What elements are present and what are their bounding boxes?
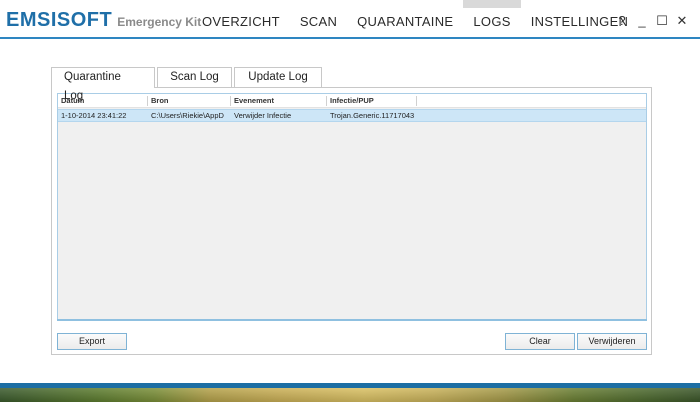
cell-datum: 1-10-2014 23:41:22	[61, 111, 127, 120]
log-tabs: Quarantine Log Scan Log Update Log	[51, 67, 324, 102]
close-icon[interactable]: ✕	[672, 12, 692, 30]
footer-background-image	[0, 388, 700, 402]
app-logo: EMSISOFT Emergency Kit	[6, 9, 201, 32]
list-header: Datum Bron Evenement Infectie/PUP	[58, 94, 646, 108]
tab-quarantine-log[interactable]: Quarantine Log	[51, 67, 155, 102]
remove-button[interactable]: Verwijderen	[577, 333, 647, 350]
header-divider	[0, 37, 700, 39]
maximize-icon[interactable]: ☐	[652, 12, 672, 30]
cell-bron: C:\Users\Riekie\AppD	[151, 111, 224, 120]
nav-quarantaine[interactable]: QUARANTAINE	[347, 0, 463, 40]
title-bar: EMSISOFT Emergency Kit OVERZICHT SCAN QU…	[0, 0, 700, 40]
minimize-icon[interactable]: _	[632, 12, 652, 30]
cell-infectie: Trojan.Generic.11717043	[330, 111, 415, 120]
column-header-bron[interactable]: Bron	[148, 96, 231, 106]
nav-scan[interactable]: SCAN	[290, 0, 347, 40]
column-header-evenement[interactable]: Evenement	[231, 96, 327, 106]
help-icon[interactable]: ?	[612, 12, 632, 30]
brand-name: EMSISOFT	[6, 9, 113, 31]
nav-logs[interactable]: LOGS	[463, 0, 521, 40]
tab-update-log[interactable]: Update Log	[234, 67, 322, 87]
clear-button[interactable]: Clear	[505, 333, 575, 350]
cell-evenement: Verwijder Infectie	[234, 111, 292, 120]
export-button[interactable]: Export	[57, 333, 127, 350]
log-panel: Datum Bron Evenement Infectie/PUP 1-10-2…	[51, 87, 652, 355]
nav-overzicht[interactable]: OVERZICHT	[192, 0, 290, 40]
tab-scan-log[interactable]: Scan Log	[157, 67, 232, 87]
window-controls: ? _ ☐ ✕	[612, 12, 692, 30]
brand-subtitle: Emergency Kit	[117, 15, 202, 29]
main-nav: OVERZICHT SCAN QUARANTAINE LOGS INSTELLI…	[192, 0, 638, 40]
log-list[interactable]: Datum Bron Evenement Infectie/PUP 1-10-2…	[57, 93, 647, 320]
table-row[interactable]: 1-10-2014 23:41:22 C:\Users\Riekie\AppD …	[58, 109, 646, 122]
list-bottom-border	[57, 319, 647, 321]
column-header-infectie[interactable]: Infectie/PUP	[327, 96, 417, 106]
